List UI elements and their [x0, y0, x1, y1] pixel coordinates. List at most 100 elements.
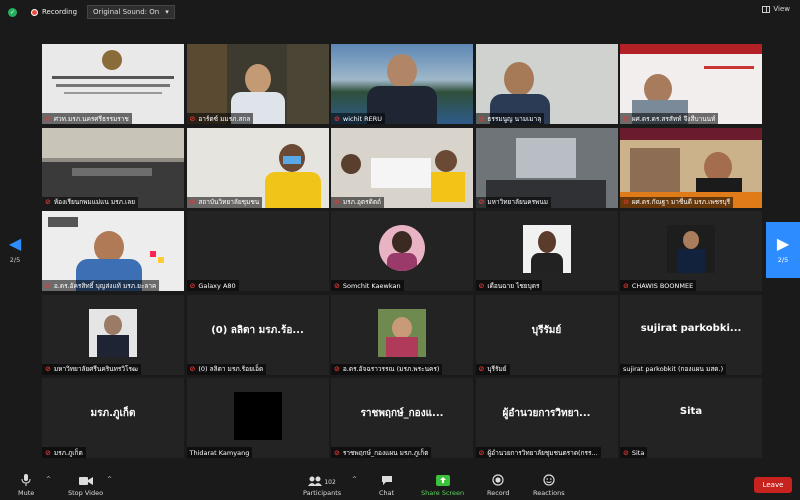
participant-name-bar: ⊘ เดือนฉาย ไชยบุตร	[475, 280, 543, 291]
recording-icon	[31, 8, 38, 16]
participant-name-bar: ⊘ ผศ.ดร.ดร.สรสัทท์ จึงสืบานนท์	[620, 113, 719, 124]
page-indicator-left: 2/5	[9, 256, 21, 264]
record-button[interactable]: Record	[487, 474, 509, 497]
page-indicator-right: 2/5	[777, 256, 789, 264]
arrow-left-icon: ◀	[8, 234, 22, 253]
stop-video-label: Stop Video	[68, 489, 104, 497]
video-feed	[331, 127, 473, 208]
participant-tile[interactable]: (0) ลลิตา มรภ.ร้อ... ⊘ (0) ลลิตา มรภ.ร้อย…	[186, 294, 329, 375]
participant-name-bar: sujirat parkobkit (กองแผน มสด.)	[620, 363, 727, 375]
participant-tile[interactable]: ⊘ มหาวิทยาลัยนครพนม	[475, 127, 618, 208]
mic-muted-icon: ⊘	[45, 114, 51, 123]
participant-tile[interactable]: ⊘ wichit RERU	[331, 44, 473, 124]
security-shield-icon[interactable]: ✓	[8, 7, 17, 17]
participant-name: Thidarat Kamyang	[189, 448, 250, 457]
participant-tile[interactable]: ⊘ อ.ดร.อัครสิทธิ์ บุญส่งแท้ มรภ.ยะลาค	[42, 211, 184, 291]
participant-name-bar: ⊘ อาร์ตซ์ มมรภ.สกล	[186, 113, 254, 124]
mic-muted-icon: ⊘	[623, 198, 629, 206]
chevron-down-icon: ▾	[165, 8, 169, 16]
share-screen-button[interactable]: Share Screen	[421, 474, 464, 497]
video-options-caret[interactable]: ^	[107, 476, 112, 483]
mic-muted-icon: ⊘	[623, 114, 629, 123]
audio-options-caret[interactable]: ^	[46, 476, 51, 483]
participant-tile[interactable]: ⊘ ผศ.ดร.กัณฐา มาชื่นดี มรภ.เพชรบุรี	[620, 127, 762, 208]
participants-label: Participants	[303, 489, 342, 497]
participant-tile[interactable]: ⊘ ผศ.ดร.ดร.สรสัทท์ จึงสืบานนท์	[620, 44, 762, 124]
participant-name: อ.ดร.อัจฉราวรรณ (มรภ.พระนคร)	[342, 365, 440, 373]
view-label: View	[773, 5, 790, 13]
participant-tile[interactable]: Thidarat Kamyang	[186, 378, 329, 458]
participant-name: มหาวิทยาลัยศรีนครินทรวิโรฒ	[53, 365, 138, 373]
participant-name-bar: ⊘ มรภ.ภูเก็ต	[42, 447, 86, 458]
participants-icon	[308, 476, 323, 486]
participant-tile[interactable]: ⊘ สถาบันวิทยาลัยชุมชน	[186, 127, 329, 208]
participant-name: ห้องเรียนกพมแม่แน มรภ.เลย	[53, 198, 136, 206]
previous-page-button[interactable]: ◀ 2/5	[0, 222, 30, 278]
video-feed	[620, 127, 762, 208]
mic-muted-icon: ⊘	[334, 198, 340, 206]
profile-picture	[667, 225, 715, 273]
mic-muted-icon: ⊘	[45, 448, 51, 457]
participant-display-name: ราชพฤกษ์_กองแ...	[360, 408, 444, 419]
video-feed	[620, 44, 762, 124]
stop-video-button[interactable]: Stop Video	[68, 474, 103, 497]
participant-display-name: มรภ.ภูเก็ต	[90, 408, 136, 419]
participant-tile[interactable]: ราชพฤกษ์_กองแ... ⊘ ราชพฤกษ์_กองแผน มรภ.ภู…	[331, 378, 473, 458]
participant-name: ศวท.มรภ.นครศรีธรรมราช	[53, 114, 129, 123]
participant-display-name: บุรีรัมย์	[531, 324, 562, 336]
participant-name-bar: ⊘ CHAWIS BOONMEE	[620, 280, 697, 291]
original-sound-toggle[interactable]: Original Sound: On ▾	[87, 5, 175, 19]
participant-name: เดือนฉาย ไชยบุตร	[487, 281, 540, 290]
chat-button[interactable]: Chat	[379, 474, 394, 497]
participant-tile[interactable]: ⊘ มหาวิทยาลัยศรีนครินทรวิโรฒ	[42, 294, 184, 375]
video-feed	[186, 44, 329, 124]
participant-name: สถาบันวิทยาลัยชุมชน	[198, 198, 260, 206]
view-button[interactable]: View	[762, 5, 790, 13]
participant-tile[interactable]: ⊘ Galaxy A80	[186, 211, 329, 291]
participant-name: อ.ดร.อัครสิทธิ์ บุญส่งแท้ มรภ.ยะลาค	[53, 281, 157, 290]
participant-name: Galaxy A80	[198, 281, 236, 290]
participant-tile[interactable]: ⊘ มรภ.อุตรดิตถ์	[331, 127, 473, 208]
mic-muted-icon: ⊘	[45, 198, 51, 206]
participant-name: CHAWIS BOONMEE	[631, 281, 694, 290]
participant-tile[interactable]: ⊘ ศวท.มรภ.นครศรีธรรมราช	[42, 44, 184, 124]
participant-tile[interactable]: sujirat parkobki... sujirat parkobkit (ก…	[620, 294, 762, 375]
participant-display-name: Sita	[679, 406, 703, 417]
reactions-button[interactable]: Reactions	[533, 474, 565, 497]
chat-bubble-icon	[381, 474, 393, 486]
participant-name: wichit RERU	[342, 114, 383, 123]
video-feed	[42, 211, 184, 291]
participant-tile[interactable]: ⊘ ห้องเรียนกพมแม่แน มรภ.เลย	[42, 127, 184, 208]
profile-picture	[233, 392, 282, 440]
participant-tile[interactable]: ผู้อำนวยการวิทยา... ⊘ ผู้อำนวยการวิทยาลัย…	[475, 378, 618, 458]
next-page-button[interactable]: ▶ 2/5	[766, 222, 800, 278]
leave-meeting-button[interactable]: Leave	[754, 477, 792, 493]
participant-tile[interactable]: ⊘ Somchit Kaewkan	[331, 211, 473, 291]
participant-tile[interactable]: มรภ.ภูเก็ต ⊘ มรภ.ภูเก็ต	[42, 378, 184, 458]
participant-tile[interactable]: Sita ⊘ Sita	[620, 378, 762, 458]
microphone-icon	[21, 474, 31, 486]
participant-name-bar: ⊘ (0) ลลิตา มรภ.ร้อยเอ็ด	[186, 363, 267, 375]
mic-muted-icon: ⊘	[45, 365, 51, 373]
original-sound-label: Original Sound: On	[93, 8, 160, 16]
participant-name-bar: ⊘ บุรีรัมย์	[475, 363, 510, 375]
participant-name-bar: ⊘ ห้องเรียนกพมแม่แน มรภ.เลย	[42, 196, 139, 208]
mute-button[interactable]: Mute	[18, 474, 34, 497]
participant-name: ผศ.ดร.กัณฐา มาชื่นดี มรภ.เพชรบุรี	[631, 198, 731, 206]
video-feed	[331, 44, 473, 124]
mic-muted-icon: ⊘	[478, 281, 485, 290]
participant-tile[interactable]: บุรีรัมย์ ⊘ บุรีรัมย์	[475, 294, 618, 375]
participant-tile[interactable]: ⊘ เดือนฉาย ไชยบุตร	[475, 211, 618, 291]
mic-muted-icon: ⊘	[334, 114, 340, 123]
mic-muted-icon: ⊘	[334, 281, 340, 290]
chat-label: Chat	[379, 489, 395, 497]
participants-button[interactable]: 102 Participants	[303, 474, 341, 497]
video-feed	[42, 44, 184, 124]
participants-options-caret[interactable]: ^	[352, 476, 357, 483]
participant-tile[interactable]: ⊘ อาร์ตซ์ มมรภ.สกล	[186, 44, 329, 124]
participant-tile[interactable]: ⊘ CHAWIS BOONMEE	[620, 211, 762, 291]
participant-name-bar: ⊘ wichit RERU	[331, 113, 386, 124]
participant-tile[interactable]: ⊘ อ.ดร.อัจฉราวรรณ (มรภ.พระนคร)	[331, 294, 473, 375]
participant-tile[interactable]: ⊘ ธรรมนูญ นามเมาลุ	[475, 44, 618, 124]
participant-name-bar: Thidarat Kamyang	[186, 447, 253, 458]
